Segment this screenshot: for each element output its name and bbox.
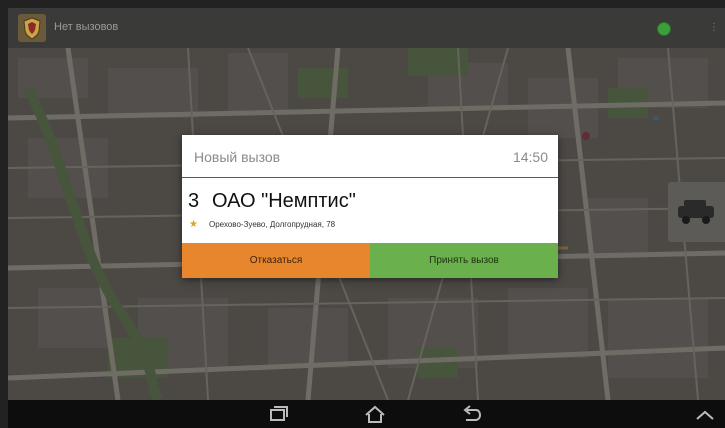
status-indicator[interactable] <box>657 22 671 36</box>
client-name: ОАО "Немптис" <box>212 190 356 212</box>
map-location-button[interactable] <box>668 182 725 242</box>
screen: Нет вызовов ⋮ Новый вызов 14:50 3 ОАО "Н… <box>0 0 725 428</box>
star-icon: ★ <box>189 219 198 230</box>
car-icon <box>678 200 714 224</box>
call-number: 3 <box>188 190 200 212</box>
chevron-up-icon[interactable] <box>693 404 717 424</box>
call-address: Орехово-Зуево, Долгопрудная, 78 <box>209 220 336 229</box>
decline-button[interactable]: Отказаться <box>182 243 370 278</box>
shield-logo-icon[interactable] <box>18 14 46 42</box>
overflow-menu-icon[interactable]: ⋮ <box>708 18 720 38</box>
app-title: Нет вызовов <box>54 21 119 33</box>
dialog-header: Новый вызов 14:50 <box>182 135 558 177</box>
call-time: 14:50 <box>512 149 548 165</box>
dialog-divider <box>182 177 558 178</box>
accept-call-button[interactable]: Принять вызов <box>370 243 558 278</box>
back-icon[interactable] <box>460 404 484 424</box>
home-icon[interactable] <box>363 404 387 424</box>
recent-apps-icon[interactable] <box>266 404 290 424</box>
system-nav-bar <box>8 400 725 428</box>
new-call-dialog: Новый вызов 14:50 3 ОАО "Немптис" ★ Орех… <box>182 135 558 278</box>
dialog-title: Новый вызов <box>194 149 281 165</box>
app-bar: Нет вызовов ⋮ <box>8 8 725 48</box>
